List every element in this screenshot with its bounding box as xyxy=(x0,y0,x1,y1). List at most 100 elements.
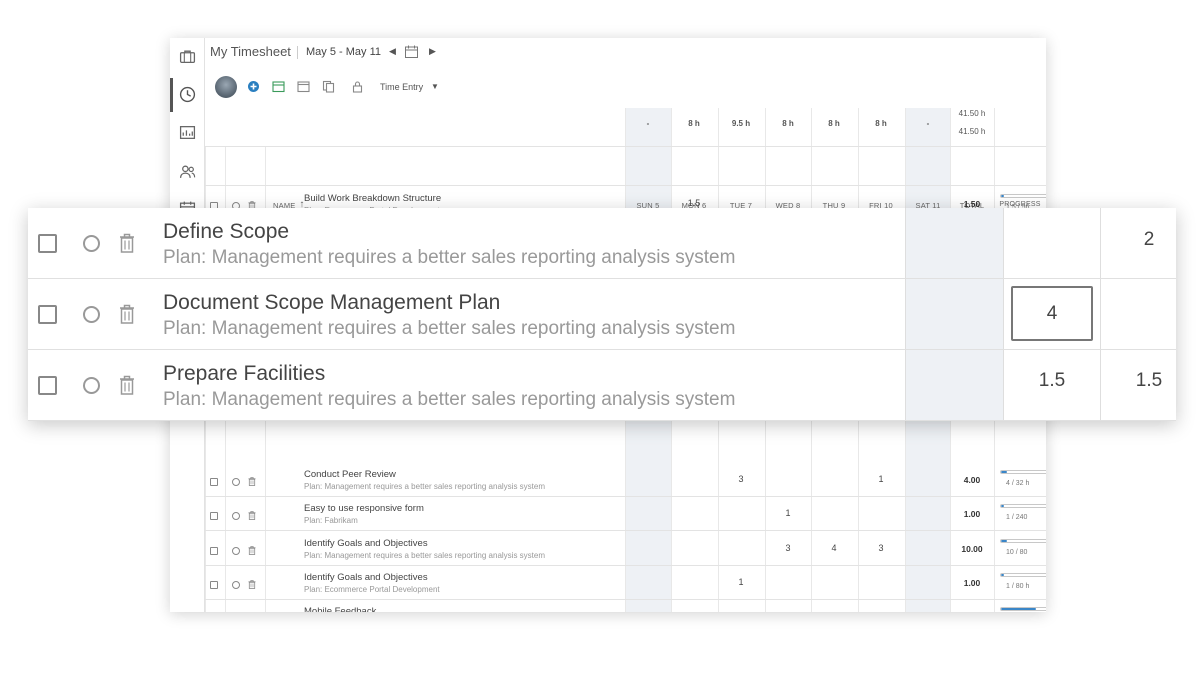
task-name: Define Scope xyxy=(163,220,290,243)
task-name: Mobile Feedback xyxy=(304,606,377,612)
progress-bar-fill xyxy=(1001,195,1004,197)
row-total: 1.5 xyxy=(1135,370,1163,391)
row-status-circle[interactable] xyxy=(83,377,100,394)
clock-icon[interactable] xyxy=(179,86,196,103)
task-plan: Plan: Ecommerce Portal Development xyxy=(304,585,440,594)
sheet-icon[interactable] xyxy=(272,80,285,93)
day-hours-summary: 9.5 h xyxy=(731,119,751,128)
zoomed-task-row: Define Scope Plan: Management requires a … xyxy=(28,208,1176,279)
progress-label: 1 / 80 h xyxy=(1006,583,1030,590)
day-hours-summary: - xyxy=(646,119,650,128)
row-status-circle[interactable] xyxy=(232,581,240,589)
progress-bar xyxy=(1000,539,1046,543)
task-name: Document Scope Management Plan xyxy=(163,291,501,314)
row-total: 1.00 xyxy=(963,578,981,588)
row-checkbox[interactable] xyxy=(210,512,218,520)
trash-icon[interactable] xyxy=(248,511,256,520)
progress-bar xyxy=(1000,504,1046,508)
day-cell-value-sat[interactable]: 1.5 xyxy=(1004,370,1100,392)
zoomed-task-row: Prepare Facilities Plan: Management requi… xyxy=(28,350,1176,421)
prev-week-button[interactable]: ◀ xyxy=(389,46,396,57)
progress-bar xyxy=(1000,470,1046,474)
day-cell-value[interactable]: 4 xyxy=(765,611,811,612)
task-plan: Plan: Management requires a better sales… xyxy=(304,551,546,560)
row-status-circle[interactable] xyxy=(232,478,240,486)
row-checkbox[interactable] xyxy=(210,547,218,555)
window-icon[interactable] xyxy=(297,80,310,93)
add-icon[interactable] xyxy=(247,80,260,93)
chevron-down-icon[interactable]: ▼ xyxy=(431,82,439,91)
progress-bar-fill xyxy=(1001,471,1007,473)
active-indicator xyxy=(170,78,173,112)
header-divider xyxy=(205,185,1046,186)
day-hours-summary: 8 h xyxy=(828,119,840,128)
day-cell-value[interactable]: 4 xyxy=(811,543,857,553)
row-status-circle[interactable] xyxy=(232,547,240,555)
total-hours-summary: 41.50 h xyxy=(958,127,986,136)
row-status-circle[interactable] xyxy=(83,306,100,323)
day-cell-value[interactable]: 1 xyxy=(765,508,811,518)
progress-bar-fill xyxy=(1001,540,1007,542)
task-name: Conduct Peer Review xyxy=(304,469,396,480)
chart-icon[interactable] xyxy=(179,124,196,141)
day-hours-summary: - xyxy=(926,119,930,128)
progress-bar-fill xyxy=(1001,505,1004,507)
task-name: Prepare Facilities xyxy=(163,362,326,385)
trash-icon[interactable] xyxy=(119,233,135,253)
briefcase-icon[interactable] xyxy=(179,48,196,65)
progress-label: 10 / 80 xyxy=(1006,549,1028,556)
day-hours-summary: 8 h xyxy=(782,119,794,128)
title-divider xyxy=(297,46,298,59)
progress-bar xyxy=(1000,607,1046,611)
row-checkbox[interactable] xyxy=(210,581,218,589)
day-hours-summary: 8 h xyxy=(875,119,887,128)
row-checkbox[interactable] xyxy=(38,376,57,395)
zoomed-rows-callout: Define Scope Plan: Management requires a … xyxy=(28,208,1176,421)
row-checkbox[interactable] xyxy=(38,305,57,324)
progress-label: 4 / 32 h xyxy=(1006,480,1030,487)
day-cell-value[interactable]: 3 xyxy=(718,474,764,484)
task-plan: Plan: Fabrikam xyxy=(304,516,358,525)
zoomed-task-row: Document Scope Management Plan Plan: Mana… xyxy=(28,279,1176,350)
task-plan: Plan: Management requires a better sales… xyxy=(304,482,546,491)
next-week-button[interactable]: ▶ xyxy=(429,46,436,57)
date-range: May 5 - May 11 xyxy=(306,46,381,58)
day-cell-value[interactable]: 3 xyxy=(858,543,904,553)
total-hours-summary: 41.50 h xyxy=(958,109,986,118)
lock-icon[interactable] xyxy=(351,80,364,93)
row-checkbox[interactable] xyxy=(38,234,57,253)
row-divider xyxy=(205,599,1046,600)
task-name: Identify Goals and Objectives xyxy=(304,572,428,583)
progress-bar xyxy=(1000,194,1046,198)
view-dropdown[interactable]: Time Entry xyxy=(380,82,423,92)
progress-label: 1 / 240 xyxy=(1006,514,1028,521)
progress-bar-fill xyxy=(1001,574,1004,576)
row-status-circle[interactable] xyxy=(232,512,240,520)
row-status-circle[interactable] xyxy=(83,235,100,252)
row-total: 1.00 xyxy=(963,509,981,519)
trash-icon[interactable] xyxy=(119,375,135,395)
row-divider xyxy=(205,530,1046,531)
page-title: My Timesheet xyxy=(210,44,291,59)
header-divider xyxy=(205,146,1046,147)
row-divider xyxy=(28,420,1176,421)
task-name: Build Work Breakdown Structure xyxy=(304,193,442,204)
copy-icon[interactable] xyxy=(322,80,335,93)
trash-icon[interactable] xyxy=(248,477,256,486)
avatar[interactable] xyxy=(215,76,237,98)
progress-bar-fill xyxy=(1001,608,1036,610)
trash-icon[interactable] xyxy=(119,304,135,324)
day-cell-input[interactable]: 4 xyxy=(1011,286,1093,341)
people-icon[interactable] xyxy=(179,163,196,180)
day-cell-value[interactable]: 1.5 xyxy=(671,198,717,208)
row-total: 10.00 xyxy=(961,544,983,554)
day-cell-value[interactable]: 3 xyxy=(765,543,811,553)
day-hours-summary: 8 h xyxy=(688,119,700,128)
day-cell-value[interactable]: 1 xyxy=(718,577,764,587)
row-divider xyxy=(205,496,1046,497)
day-cell-value[interactable]: 1 xyxy=(858,474,904,484)
calendar-picker-icon[interactable] xyxy=(405,45,418,58)
trash-icon[interactable] xyxy=(248,580,256,589)
trash-icon[interactable] xyxy=(248,546,256,555)
row-checkbox[interactable] xyxy=(210,478,218,486)
